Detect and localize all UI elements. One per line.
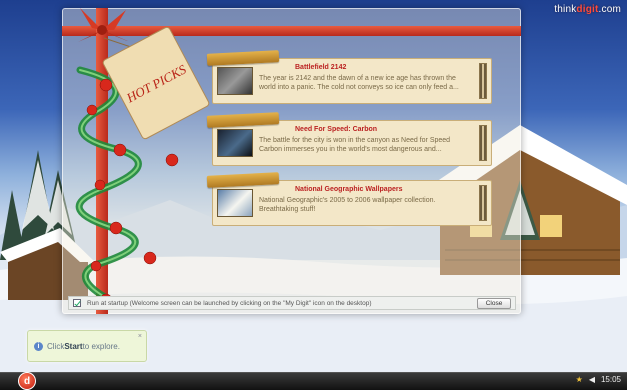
brand-suffix: .com	[598, 4, 621, 15]
polar-bear-thumbnail	[217, 189, 253, 217]
film-strip-icon	[479, 125, 487, 161]
start-button[interactable]: d	[18, 372, 36, 390]
info-icon: i	[34, 341, 43, 351]
run-at-startup-label: Run at startup (Welcome screen can be la…	[87, 299, 372, 307]
run-at-startup-bar: Run at startup (Welcome screen can be la…	[68, 296, 516, 310]
brand-prefix: think	[554, 4, 577, 15]
clock[interactable]: 15:05	[601, 375, 621, 384]
film-strip-icon	[479, 63, 487, 99]
pick-title[interactable]: Battlefield 2142	[295, 64, 346, 71]
soldiers-thumbnail	[217, 67, 253, 95]
banner-ribbon-icon	[206, 112, 280, 128]
pick-description: National Geographic's 2005 to 2006 wallp…	[259, 197, 436, 213]
system-tray: ★ ◀ 15:05	[576, 375, 621, 384]
taskbar	[0, 372, 627, 390]
film-strip-icon	[479, 185, 487, 221]
banner-ribbon-icon	[206, 50, 280, 66]
car-thumbnail	[217, 129, 253, 157]
pick-item-nfs-carbon[interactable]: Need For Speed: Carbon The battle for th…	[206, 112, 492, 166]
hint-close-icon[interactable]: ×	[138, 333, 142, 340]
ribbon-horizontal	[62, 26, 521, 36]
star-icon[interactable]: ★	[576, 375, 583, 384]
run-at-startup-checkbox[interactable]	[73, 299, 81, 307]
brand-watermark: thinkdigit.com	[554, 4, 621, 15]
volume-icon[interactable]: ◀	[589, 375, 595, 384]
start-hint-balloon[interactable]: i Click Start to explore. ×	[27, 330, 147, 362]
close-button[interactable]: Close	[477, 298, 511, 309]
banner-ribbon-icon	[206, 172, 280, 188]
hint-prefix: Click	[47, 341, 65, 351]
ribbon-vertical	[96, 8, 108, 314]
hot-picks-label: HOT PICKS	[123, 61, 189, 105]
hint-suffix: to explore.	[82, 341, 120, 351]
pick-item-battlefield[interactable]: Battlefield 2142 The year is 2142 and th…	[206, 50, 492, 104]
hint-start-word: Start	[64, 341, 83, 351]
pick-title[interactable]: National Geographic Wallpapers	[295, 186, 403, 193]
pick-description: The battle for the city is won in the ca…	[259, 137, 451, 153]
pick-title[interactable]: Need For Speed: Carbon	[295, 126, 377, 133]
brand-highlight: digit	[576, 4, 599, 15]
pick-description: The year is 2142 and the dawn of a new i…	[259, 75, 459, 91]
pick-item-natgeo[interactable]: National Geographic Wallpapers National …	[206, 172, 492, 226]
